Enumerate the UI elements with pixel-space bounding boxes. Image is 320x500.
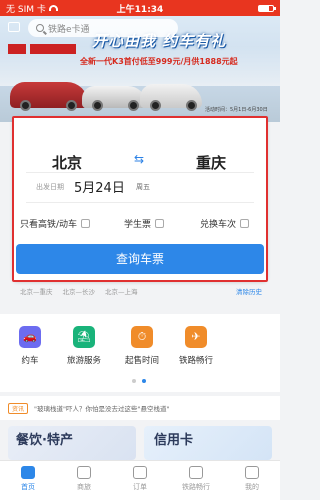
checkbox[interactable]	[81, 219, 91, 228]
student-ticket-checkbox[interactable]: 学生票	[124, 217, 165, 230]
wheel	[186, 100, 197, 111]
service-label: 起售时间	[124, 356, 159, 366]
news-text: "玻璃栈道"吓人？你怕是没去过这些"悬空栈道"	[34, 405, 170, 413]
home-icon	[21, 466, 35, 479]
tab-label: 我的	[245, 483, 259, 491]
exchange-train-checkbox[interactable]: 兑换车次	[200, 217, 250, 230]
travel-icon: ⛱	[73, 326, 95, 348]
orders-icon	[133, 466, 147, 479]
search-input[interactable]: 铁路e卡通	[28, 19, 178, 37]
divider	[26, 172, 254, 173]
search-placeholder: 铁路e卡通	[48, 24, 90, 35]
tab-label: 订单	[133, 483, 147, 491]
message-icon[interactable]	[8, 22, 20, 32]
history-item[interactable]: 北京—重庆	[20, 286, 53, 296]
page-dot	[132, 379, 136, 383]
profile-icon	[245, 466, 259, 479]
tab-orders[interactable]: 订单	[112, 466, 168, 492]
tab-label: 首页	[21, 483, 35, 491]
service-label: 旅游服务	[66, 356, 101, 366]
banner-note: 活动时间：5月1日-6月30日	[205, 107, 268, 113]
service-car[interactable]: 🚗 约车	[0, 326, 60, 366]
app-screen: 无 SIM 卡 上午11:34 开心由我 约车有礼 全新一代K3首付低至999元…	[0, 0, 280, 500]
brand-logo	[8, 44, 26, 54]
service-sale-time[interactable]: ⏱ 起售时间	[112, 326, 172, 366]
history-item[interactable]: 北京—长沙	[63, 286, 96, 296]
option-label: 学生票	[124, 220, 152, 230]
departure-date[interactable]: 5月24日	[74, 177, 125, 196]
tab-label: 商旅	[77, 483, 91, 491]
wheel	[150, 100, 161, 111]
clock-icon: ⏱	[131, 326, 153, 348]
tab-railway[interactable]: 铁路畅行	[168, 466, 224, 492]
checkbox[interactable]	[155, 219, 165, 228]
railway-tab-icon	[189, 466, 203, 479]
tab-profile[interactable]: 我的	[224, 466, 280, 492]
date-label: 出发日期	[36, 183, 64, 191]
clear-history-link[interactable]: 清除历史	[236, 286, 262, 296]
credit-card[interactable]: 信用卡	[144, 426, 272, 460]
business-icon	[77, 466, 91, 479]
car-icon: 🚗	[19, 326, 41, 348]
wheel	[20, 100, 31, 111]
query-tickets-button[interactable]: 查询车票	[16, 244, 264, 274]
checkbox[interactable]	[240, 219, 250, 228]
option-label: 只看高铁/动车	[20, 220, 78, 230]
clock: 上午11:34	[116, 4, 164, 15]
weekday: 周五	[136, 183, 150, 191]
search-icon	[36, 24, 44, 32]
service-railway[interactable]: ✈ 铁路畅行	[166, 326, 226, 366]
divider	[26, 202, 254, 203]
food-card[interactable]: 餐饮·特产	[8, 426, 136, 460]
option-label: 兑换车次	[200, 220, 237, 230]
credit-card-title: 信用卡	[154, 433, 194, 448]
food-card-title: 餐饮·特产	[16, 433, 73, 448]
tab-business[interactable]: 商旅	[56, 466, 112, 492]
news-strip[interactable]: 资讯 "玻璃栈道"吓人？你怕是没去过这些"悬空栈道"	[0, 396, 280, 420]
tab-label: 铁路畅行	[182, 483, 210, 491]
arrival-station[interactable]: 重庆	[196, 152, 226, 173]
banner-offer: 全新一代K3首付低至999元/月供1888元起	[80, 57, 238, 66]
wheel	[92, 100, 103, 111]
service-label: 约车	[21, 356, 39, 366]
battery-icon	[258, 4, 276, 12]
tab-home[interactable]: 首页	[0, 466, 56, 492]
search-history: 北京—重庆 北京—长沙 北京—上海 清除历史	[20, 286, 262, 296]
service-label: 铁路畅行	[178, 356, 213, 366]
history-item[interactable]: 北京—上海	[105, 286, 138, 296]
status-bar: 无 SIM 卡 上午11:34	[0, 0, 280, 16]
high-speed-only-checkbox[interactable]: 只看高铁/动车	[20, 217, 91, 230]
wheel	[66, 100, 77, 111]
service-travel[interactable]: ⛱ 旅游服务	[54, 326, 114, 366]
swap-stations-icon[interactable]: ⇆	[128, 151, 150, 167]
news-tag: 资讯	[8, 402, 29, 414]
dealer-logo	[30, 44, 76, 54]
page-dot-active	[142, 379, 146, 383]
railway-icon: ✈	[185, 326, 207, 348]
wheel	[128, 100, 139, 111]
departure-station[interactable]: 北京	[52, 152, 82, 173]
